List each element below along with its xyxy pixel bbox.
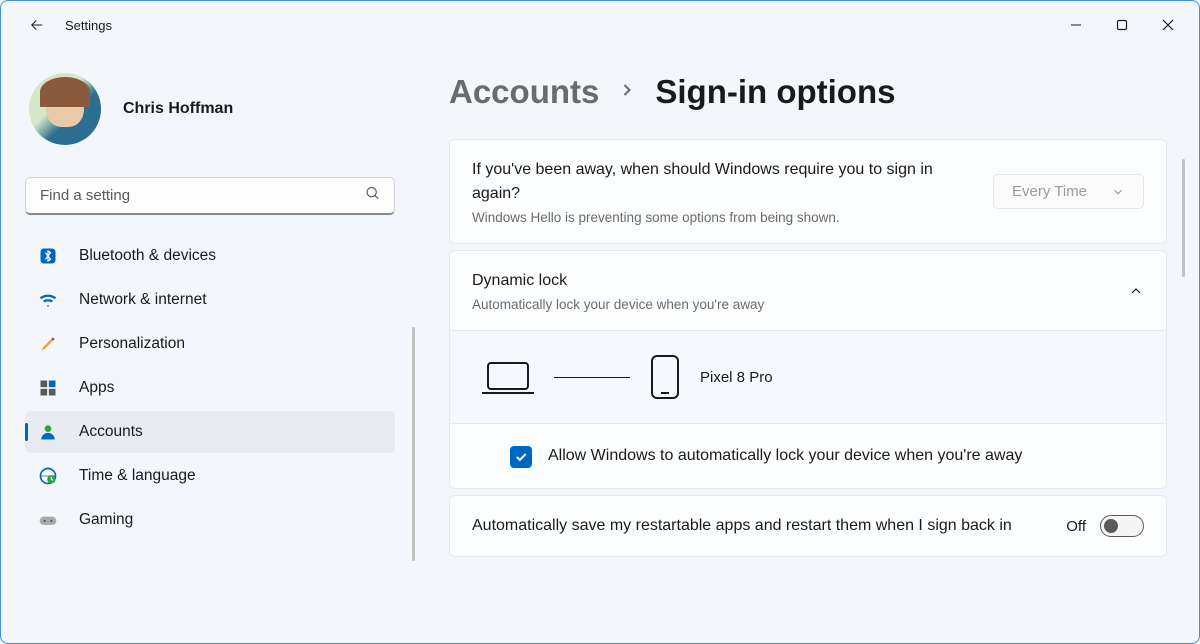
sidebar-item-label: Gaming [79, 511, 133, 529]
sidebar-item-accounts[interactable]: Accounts [25, 411, 395, 453]
main-panel: Accounts Sign-in options If you've been … [413, 49, 1191, 643]
toggle-label: Off [1066, 518, 1086, 535]
close-button[interactable] [1145, 9, 1191, 41]
sidebar-item-label: Network & internet [79, 291, 207, 309]
minimize-button[interactable] [1053, 9, 1099, 41]
sidebar-item-gaming[interactable]: Gaming [25, 499, 395, 541]
sidebar-item-personalization[interactable]: Personalization [25, 323, 395, 365]
sidebar-item-label: Time & language [79, 467, 196, 485]
profile-name: Chris Hoffman [123, 100, 233, 118]
nav-list: Bluetooth & devices Network & internet P… [25, 235, 395, 541]
dynamic-lock-header[interactable]: Dynamic lock Automatically lock your dev… [450, 251, 1166, 330]
restart-apps-toggle[interactable] [1100, 515, 1144, 537]
avatar [29, 73, 101, 145]
dynamic-lock-checkbox-label: Allow Windows to automatically lock your… [548, 444, 1022, 468]
titlebar: Settings [1, 1, 1199, 49]
connection-line-icon [554, 377, 630, 378]
sidebar-item-label: Apps [79, 379, 114, 397]
sidebar-item-bluetooth[interactable]: Bluetooth & devices [25, 235, 395, 277]
sidebar-item-apps[interactable]: Apps [25, 367, 395, 409]
profile-header[interactable]: Chris Hoffman [25, 49, 405, 177]
sidebar-item-label: Bluetooth & devices [79, 247, 216, 265]
bluetooth-icon [37, 245, 59, 267]
close-icon [1162, 19, 1174, 31]
arrow-left-icon [28, 16, 46, 34]
paired-devices-row: Pixel 8 Pro [450, 331, 1166, 423]
paired-device-name: Pixel 8 Pro [700, 369, 773, 386]
maximize-icon [1116, 19, 1128, 31]
chevron-down-icon [1111, 185, 1125, 199]
person-icon [37, 421, 59, 443]
signin-again-card: If you've been away, when should Windows… [449, 139, 1167, 244]
sidebar-item-time[interactable]: Time & language [25, 455, 395, 497]
dynamic-lock-subtitle: Automatically lock your device when you'… [472, 297, 1108, 312]
laptop-icon [480, 357, 536, 397]
back-button[interactable] [25, 13, 49, 37]
apps-icon [37, 377, 59, 399]
search-icon [365, 186, 381, 207]
dynamic-lock-title: Dynamic lock [472, 269, 1108, 293]
restart-apps-card: Automatically save my restartable apps a… [449, 495, 1167, 557]
sidebar-item-label: Personalization [79, 335, 185, 353]
signin-again-dropdown[interactable]: Every Time [993, 174, 1144, 209]
phone-icon [648, 353, 682, 401]
main-scrollbar[interactable] [1182, 159, 1185, 277]
signin-again-subtitle: Windows Hello is preventing some options… [472, 210, 973, 225]
toggle-knob [1104, 519, 1118, 533]
sidebar: Chris Hoffman Bluetooth & devices Networ… [25, 49, 413, 643]
dynamic-lock-checkbox-row: Allow Windows to automatically lock your… [450, 424, 1166, 488]
clock-globe-icon [37, 465, 59, 487]
page-title: Sign-in options [655, 73, 895, 111]
breadcrumb-parent[interactable]: Accounts [449, 73, 599, 111]
wifi-icon [37, 289, 59, 311]
maximize-button[interactable] [1099, 9, 1145, 41]
search-container [25, 177, 395, 215]
chevron-right-icon [617, 80, 637, 105]
checkmark-icon [514, 450, 528, 464]
dynamic-lock-card: Dynamic lock Automatically lock your dev… [449, 250, 1167, 489]
paintbrush-icon [37, 333, 59, 355]
sidebar-item-network[interactable]: Network & internet [25, 279, 395, 321]
window-title: Settings [65, 18, 112, 33]
signin-again-title: If you've been away, when should Windows… [472, 158, 952, 206]
breadcrumb: Accounts Sign-in options [449, 73, 1167, 111]
search-input[interactable] [25, 177, 395, 215]
chevron-up-icon [1128, 283, 1144, 299]
restart-apps-title: Automatically save my restartable apps a… [472, 514, 1032, 538]
minimize-icon [1070, 19, 1082, 31]
dynamic-lock-checkbox[interactable] [510, 446, 532, 468]
gamepad-icon [37, 509, 59, 531]
dropdown-value: Every Time [1012, 183, 1087, 200]
sidebar-item-label: Accounts [79, 423, 143, 441]
